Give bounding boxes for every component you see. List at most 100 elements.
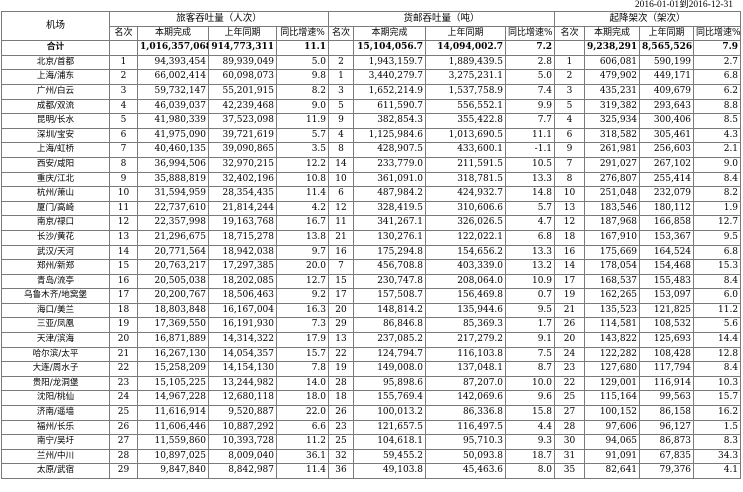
total-label: 合计 (1, 40, 110, 56)
cargo-rank: 18 (328, 390, 355, 407)
cargo-growth: 11.1 (505, 127, 556, 144)
cargo-current: 149,008.0 (353, 361, 427, 377)
passenger-growth: 9.8 (275, 69, 330, 85)
passenger-rank: 9 (109, 171, 138, 188)
passenger-growth: 11.4 (275, 186, 330, 202)
airport-name: 三亚/凤凰 (1, 317, 110, 334)
movement-current: 261,981 (584, 142, 641, 158)
airport-name: 海口/美兰 (1, 302, 110, 319)
passenger-current: 18,803,848 (137, 302, 209, 319)
table-row: 上海/浦东 2 66,002,414 60,098,073 9.8 1 3,440,279.… (1, 69, 742, 85)
cargo-rank: 14 (328, 156, 355, 173)
total-m-previous: 8,565,526 (639, 40, 695, 56)
cargo-current: 1,125,984.6 (353, 127, 427, 144)
passenger-current: 11,559,860 (137, 434, 209, 450)
passenger-rank: 25 (109, 405, 138, 421)
header-p-rank: 名次 (109, 25, 138, 42)
airport-name: 太原/武宿 (1, 463, 110, 479)
cargo-growth: 13.3 (505, 171, 556, 188)
passenger-rank: 10 (109, 186, 138, 202)
passenger-growth: 9.7 (275, 244, 330, 261)
passenger-current: 94,393,454 (137, 54, 209, 71)
airport-name: 南京/禄口 (1, 215, 110, 231)
passenger-previous: 19,163,768 (208, 215, 277, 231)
movement-previous: 164,524 (639, 244, 695, 261)
cargo-growth: 5.7 (505, 200, 556, 217)
total-c-previous: 14,094,002.7 (425, 40, 507, 56)
header-cargo-group: 货邮吞吐量（吨） (328, 11, 556, 27)
header-airport: 机场 (1, 10, 110, 42)
airport-name: 郑州/新郑 (1, 259, 110, 275)
movement-growth: 10.3 (693, 375, 742, 392)
movement-previous: 116,914 (639, 375, 695, 392)
cargo-current: 3,440,279.7 (353, 69, 427, 85)
airport-name: 重庆/江北 (1, 171, 110, 188)
passenger-growth: 15.7 (275, 346, 330, 363)
passenger-rank: 12 (109, 215, 138, 231)
movement-growth: 16.2 (693, 405, 742, 421)
movement-growth: 14.4 (693, 332, 742, 348)
passenger-previous: 16,191,930 (208, 317, 277, 334)
cargo-previous: 1,537,758.9 (425, 83, 507, 100)
airport-name: 沈阳/桃仙 (1, 390, 110, 407)
passenger-growth: 5.7 (275, 127, 330, 144)
passenger-growth: 11.9 (275, 113, 330, 129)
movement-current: 122,282 (584, 346, 641, 363)
passenger-current: 16,871,889 (137, 332, 209, 348)
cargo-rank: 8 (328, 142, 355, 158)
passenger-previous: 18,715,278 (208, 229, 277, 246)
passenger-current: 46,039,037 (137, 98, 209, 115)
cargo-previous: 116,103.8 (425, 346, 507, 363)
cargo-current: 428,907.5 (353, 142, 427, 158)
cargo-previous: 87,207.0 (425, 375, 507, 392)
passenger-rank: 14 (109, 244, 138, 261)
movement-current: 168,537 (584, 273, 641, 290)
passenger-previous: 16,167,004 (208, 302, 277, 319)
passenger-growth: 10.8 (275, 171, 330, 188)
table-row: 海口/美兰 18 18,803,848 16,167,004 16.3 20 148,814… (1, 302, 742, 319)
passenger-previous: 39,090,865 (208, 142, 277, 158)
airport-name: 哈尔滨/太平 (1, 346, 110, 363)
movement-previous: 256,603 (639, 142, 695, 158)
movement-previous: 305,461 (639, 127, 695, 144)
movement-previous: 79,376 (639, 463, 695, 479)
passenger-previous: 13,244,982 (208, 375, 277, 392)
movement-growth: 8.4 (693, 273, 742, 290)
passenger-rank: 29 (109, 463, 138, 479)
cargo-rank: 36 (328, 463, 355, 479)
passenger-growth: 4.2 (275, 200, 330, 217)
movement-previous: 86,873 (639, 434, 695, 450)
movement-growth: 34.3 (693, 448, 742, 465)
passenger-rank: 21 (109, 346, 138, 363)
movement-previous: 166,858 (639, 215, 695, 231)
cargo-rank: 2 (328, 54, 355, 71)
passenger-current: 15,258,209 (137, 361, 209, 377)
cargo-rank: 17 (328, 288, 355, 304)
passenger-growth: 13.8 (275, 229, 330, 246)
cargo-rank: 21 (328, 229, 355, 246)
passenger-current: 35,888,819 (137, 171, 209, 188)
passenger-rank: 1 (109, 54, 138, 71)
movement-previous: 255,414 (639, 171, 695, 188)
cargo-rank: 15 (328, 273, 355, 290)
cargo-current: 487,984.2 (353, 186, 427, 202)
cargo-current: 148,814.2 (353, 302, 427, 319)
cargo-previous: 50,093.8 (425, 448, 507, 465)
cargo-previous: 156,469.8 (425, 288, 507, 304)
cargo-previous: 86,336.8 (425, 405, 507, 421)
passenger-growth: 6.6 (275, 419, 330, 436)
cargo-current: 130,276.1 (353, 229, 427, 246)
airport-stats-table: 机场 旅客吞吐量（人次） 货邮吞吐量（吨） 起降架次（架次） 名次 本期完成 上… (1, 10, 742, 479)
movement-previous: 153,097 (639, 288, 695, 304)
cargo-growth: 0.7 (505, 288, 556, 304)
movement-current: 91,091 (584, 448, 641, 465)
cargo-previous: 154,656.2 (425, 244, 507, 261)
movement-previous: 590,199 (639, 54, 695, 71)
cargo-growth: 9.5 (505, 302, 556, 319)
cargo-current: 611,590.7 (353, 98, 427, 115)
total-m-rank (554, 40, 586, 56)
cargo-rank: 11 (328, 215, 355, 231)
passenger-rank: 18 (109, 302, 138, 319)
passenger-previous: 14,054,357 (208, 346, 277, 363)
passenger-growth: 5.0 (275, 54, 330, 71)
